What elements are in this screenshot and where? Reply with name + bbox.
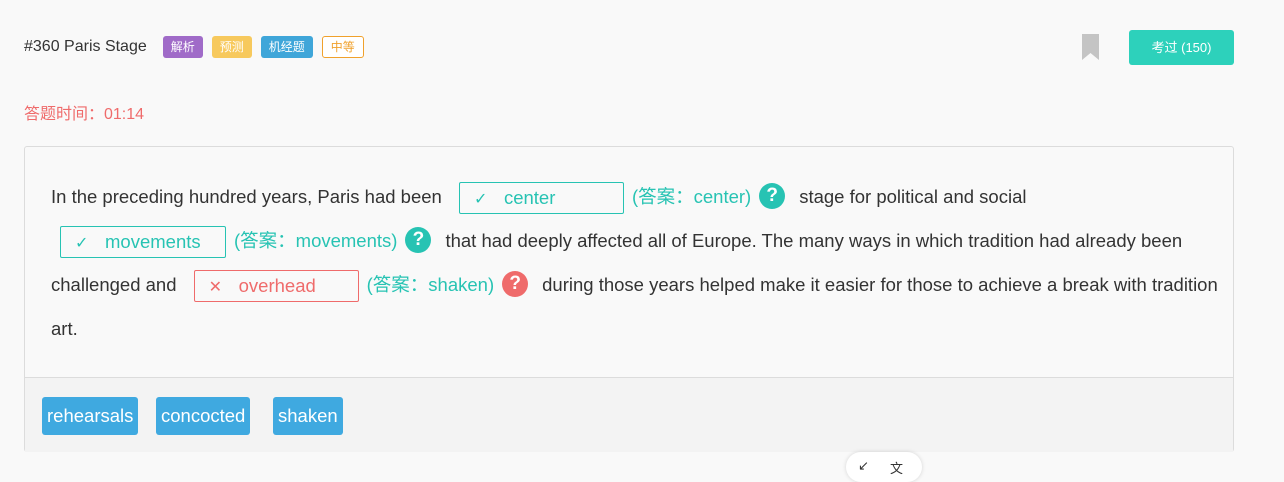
arrow-icon[interactable]: ↙ (858, 458, 869, 474)
correct-answer: (答案：movements) (234, 230, 398, 251)
correct-answer: (答案：shaken) (366, 274, 495, 295)
question-header: #360 Paris Stage 解析 预测 机经题 中等 (24, 34, 373, 60)
bookmark-icon[interactable] (1082, 34, 1099, 60)
question-title: #360 Paris Stage (24, 38, 147, 55)
blank-value: movements (105, 231, 201, 253)
check-icon: ✓ (473, 191, 488, 209)
question-icon[interactable]: ? (502, 271, 529, 297)
translate-icon[interactable]: 文 (890, 458, 903, 477)
option-chip[interactable]: rehearsals (42, 397, 139, 435)
question-card: In the preceding hundred years, Paris ha… (24, 146, 1234, 452)
blank-value: center (503, 187, 556, 209)
check-icon: ✓ (75, 235, 89, 253)
correct-answer: (答案：center) (631, 186, 752, 207)
question-icon[interactable]: ? (405, 227, 432, 253)
answer-timer: 答题时间：01:14 (24, 106, 145, 123)
answer-blank[interactable]: ✕ overhead (193, 270, 359, 303)
question-icon[interactable]: ? (759, 183, 786, 209)
cross-icon: ✕ (208, 279, 223, 297)
tag-difficulty: 中等 (321, 36, 364, 58)
option-chip[interactable]: shaken (273, 397, 343, 435)
taken-count-button[interactable]: 考过 (150) (1129, 30, 1234, 65)
answer-blank[interactable]: ✓ center (458, 182, 624, 215)
tag-analysis[interactable]: 解析 (162, 36, 203, 58)
answer-blank[interactable]: ✓ movements (60, 226, 226, 259)
option-chip[interactable]: concocted (156, 397, 251, 435)
passage-segment: In the preceding hundred years, Paris ha… (51, 186, 442, 207)
passage-segment: stage for political and social (799, 186, 1027, 207)
blank-value: overhead (238, 275, 316, 297)
tag-exam-question: 机经题 (260, 36, 313, 58)
options-bar: rehearsals concocted shaken (25, 377, 1233, 452)
floating-toolbar[interactable]: ↙ 文 (846, 452, 922, 482)
tag-prediction: 预测 (211, 36, 252, 58)
passage-text: In the preceding hundred years, Paris ha… (51, 175, 1221, 351)
